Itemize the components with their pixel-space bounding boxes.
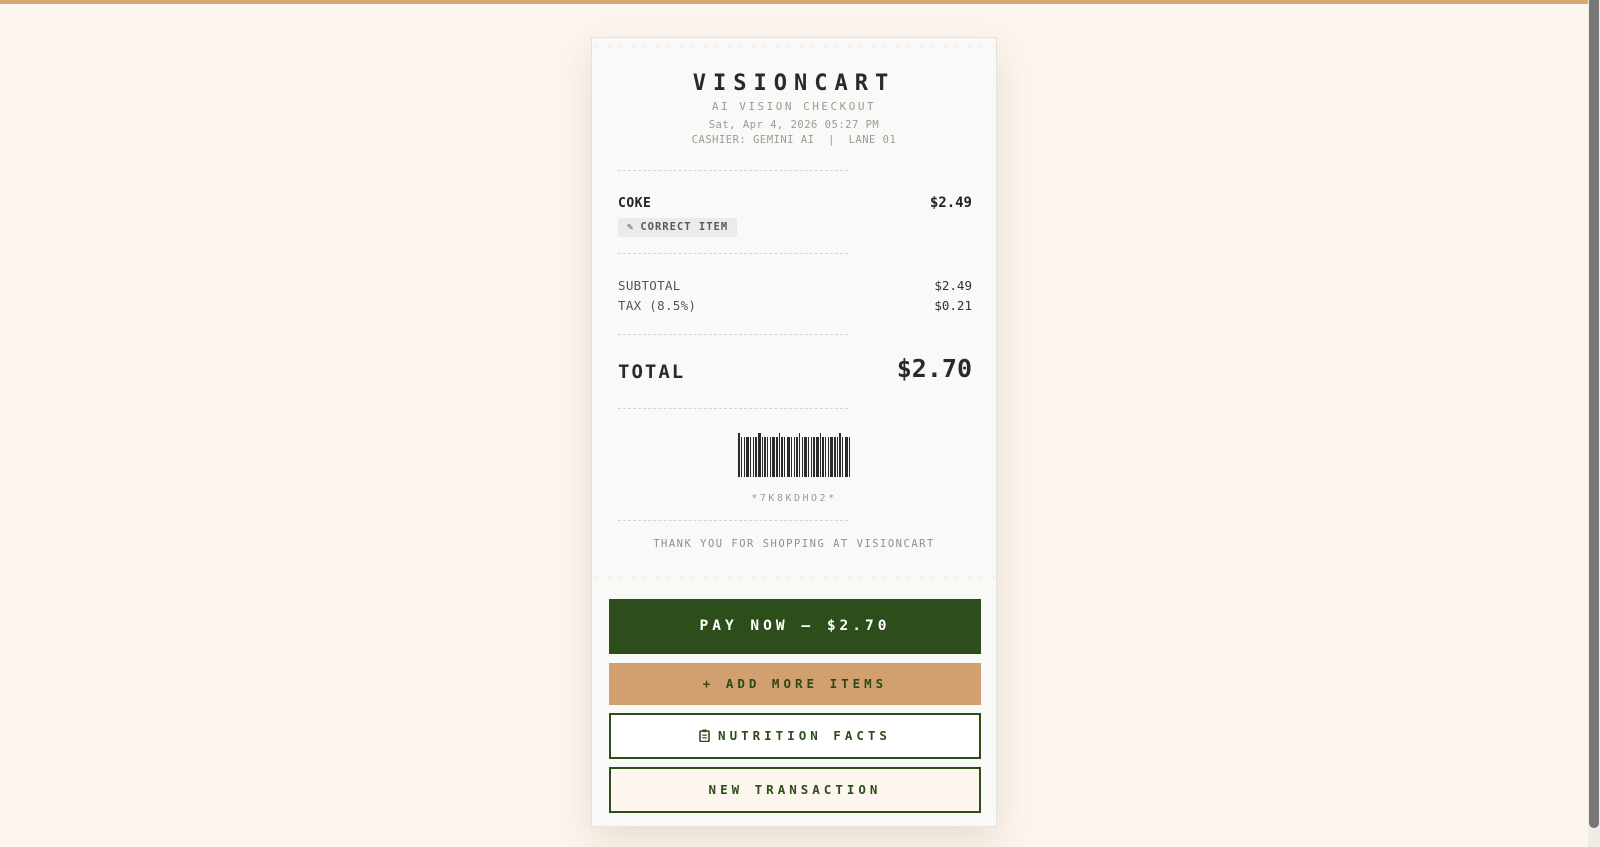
tax-label: TAX (8.5%): [618, 298, 697, 313]
top-accent-bar: [0, 0, 1600, 4]
barcode-bar: [784, 437, 785, 477]
receipt-card: VISIONCART AI VISION CHECKOUT Sat, Apr 4…: [591, 37, 997, 827]
item-price: $2.49: [929, 195, 972, 211]
barcode-bar: [849, 437, 850, 477]
barcode-bar: [830, 437, 833, 477]
store-brand: VISIONCART: [692, 71, 896, 96]
barcode-graphic: [738, 433, 850, 477]
divider: [618, 170, 848, 171]
divider: [618, 408, 848, 409]
barcode-bar: [825, 437, 826, 477]
receipt-datetime: Sat, Apr 4, 2026 05:27 PM: [708, 119, 880, 131]
barcode-bar: [781, 437, 783, 477]
barcode-bar: [779, 433, 780, 477]
subtotal-value: $2.49: [934, 278, 972, 293]
barcode-bar: [796, 437, 798, 477]
barcode-bar: [770, 437, 771, 477]
tax-value: $0.21: [934, 298, 972, 313]
barcode-bar: [776, 437, 778, 477]
barcode-bar: [744, 437, 745, 477]
barcode-bar: [753, 437, 754, 477]
barcode-bar: [772, 437, 775, 477]
total-value: $2.70: [896, 354, 972, 383]
thank-you-message: THANK YOU FOR SHOPPING AT VISIONCART: [653, 538, 935, 550]
barcode-bar: [811, 437, 812, 477]
barcode-bar: [839, 433, 841, 477]
add-more-items-button[interactable]: + ADD MORE ITEMS: [609, 663, 981, 705]
barcode-bar: [842, 437, 843, 477]
barcode-bar: [767, 437, 768, 477]
barcode-bar: [828, 437, 829, 477]
cashier-info: CASHIER: GEMINI AI | LANE 01: [691, 134, 897, 146]
barcode-bar: [787, 437, 790, 477]
total-label: TOTAL: [618, 361, 686, 383]
barcode-bar: [808, 437, 809, 477]
barcode-bar: [738, 433, 740, 477]
barcode-bar: [746, 437, 749, 477]
barcode-bar: [816, 437, 819, 477]
store-subtitle: AI VISION CHECKOUT: [711, 100, 877, 113]
receipt-perforation-top: [592, 42, 996, 50]
nutrition-facts-label: NUTRITION FACTS: [718, 728, 891, 743]
barcode-bar: [845, 437, 848, 477]
barcode-bar: [804, 437, 807, 477]
receipt-perforation-bottom: [592, 574, 996, 582]
barcode-bar: [762, 437, 763, 477]
scrollbar-thumb[interactable]: [1589, 0, 1599, 828]
subtotal-label: SUBTOTAL: [618, 278, 681, 293]
barcode-text: *7K8KDHO2*: [751, 493, 837, 504]
barcode-bar: [741, 437, 742, 477]
barcode-bar: [794, 437, 795, 477]
correct-item-label: CORRECT ITEM: [640, 221, 729, 233]
barcode-bar: [750, 437, 751, 477]
barcode-bar: [802, 437, 803, 477]
divider: [618, 334, 848, 335]
barcode-bar: [791, 437, 792, 477]
new-transaction-button[interactable]: NEW TRANSACTION: [609, 767, 981, 813]
barcode-bar: [820, 433, 821, 477]
barcode-bar: [755, 437, 757, 477]
barcode-bar: [813, 437, 815, 477]
scrollbar-track[interactable]: [1588, 0, 1600, 847]
clipboard-icon: [699, 729, 710, 742]
pay-now-button[interactable]: PAY NOW — $2.70: [609, 599, 981, 654]
correct-item-button[interactable]: ✎ CORRECT ITEM: [618, 218, 738, 237]
barcode-bar: [764, 437, 766, 477]
item-name: COKE: [618, 196, 652, 211]
nutrition-facts-button[interactable]: NUTRITION FACTS: [609, 713, 981, 759]
barcode-bar: [837, 437, 838, 477]
divider: [618, 520, 848, 521]
divider: [618, 253, 848, 254]
barcode-bar: [799, 433, 800, 477]
pencil-icon: ✎: [627, 221, 635, 233]
barcode-bar: [758, 433, 761, 477]
barcode-bar: [834, 437, 836, 477]
barcode-bar: [822, 437, 824, 477]
